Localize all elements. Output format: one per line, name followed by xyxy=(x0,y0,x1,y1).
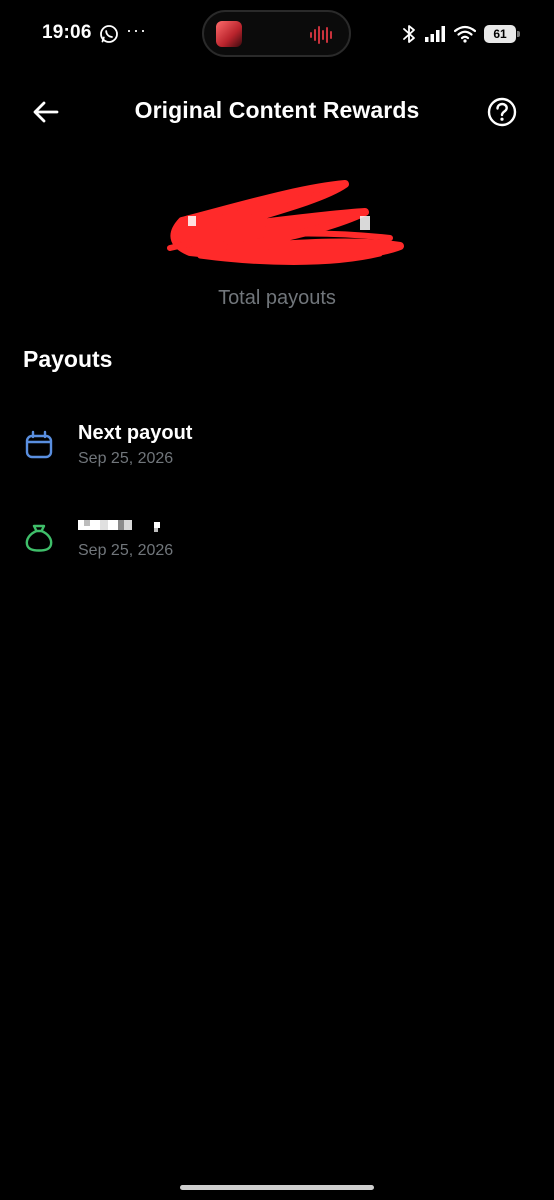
pixelated-amount xyxy=(78,520,160,532)
payout-amount-item[interactable]: Sep 25, 2026 xyxy=(0,504,554,574)
home-indicator[interactable] xyxy=(180,1185,374,1190)
bluetooth-icon xyxy=(403,25,415,43)
payout-date: Sep 25, 2026 xyxy=(78,450,174,467)
wifi-icon xyxy=(454,25,476,43)
status-right-icons: 61 xyxy=(402,22,520,46)
header: Original Content Rewards xyxy=(0,84,554,140)
payouts-section-title: Payouts xyxy=(23,346,113,372)
media-thumbnail xyxy=(216,21,242,47)
dynamic-island[interactable] xyxy=(202,10,351,57)
total-payouts-label: Total payouts xyxy=(218,287,336,309)
status-time: 19:06 xyxy=(42,22,92,43)
battery-indicator: 61 xyxy=(484,25,520,43)
next-payout-item[interactable]: Next payout Sep 25, 2026 xyxy=(0,412,554,482)
signal-icon xyxy=(425,26,445,42)
help-icon[interactable] xyxy=(486,96,518,128)
redaction-scribble xyxy=(167,180,404,265)
payout-title: Next payout xyxy=(78,422,193,444)
page-title: Original Content Rewards xyxy=(134,97,420,123)
calendar-icon xyxy=(25,430,53,459)
audio-wave-icon xyxy=(310,26,332,44)
payout-date: Sep 25, 2026 xyxy=(78,542,174,559)
total-payouts-section: Total payouts xyxy=(0,170,554,320)
status-bar: 19:06 ··· 61 xyxy=(0,0,554,68)
more-notifications-icon: ··· xyxy=(126,20,147,40)
money-bag-icon xyxy=(25,524,53,552)
whatsapp-icon xyxy=(100,25,118,43)
